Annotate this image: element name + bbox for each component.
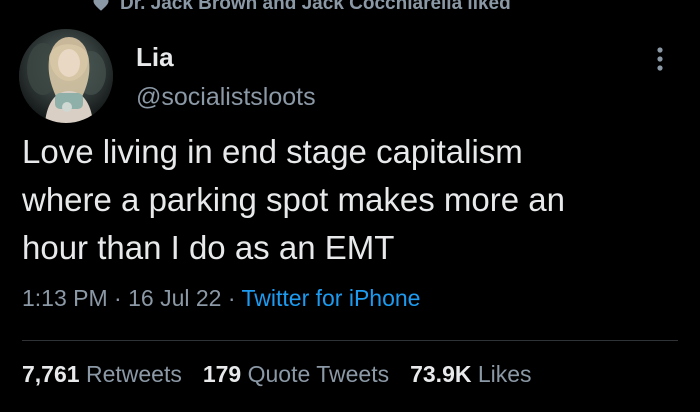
more-vertical-icon [657, 47, 663, 71]
tweet-line: where a parking spot makes more an [22, 181, 565, 218]
retweets-stat[interactable]: 7,761 Retweets [22, 361, 182, 388]
tweet-date[interactable]: 16 Jul 22 [128, 285, 221, 311]
retweets-count: 7,761 [22, 361, 80, 387]
tweet-stats: 7,761 Retweets 179 Quote Tweets 73.9K Li… [22, 361, 532, 388]
likes-count: 73.9K [410, 361, 472, 387]
tweet-line: Love living in end stage capitalism [22, 133, 523, 170]
retweets-label: Retweets [85, 361, 182, 387]
quote-tweets-label: Quote Tweets [247, 361, 390, 387]
more-button[interactable] [648, 44, 672, 74]
likes-stat[interactable]: 73.9K Likes [410, 361, 531, 388]
meta-separator: · [107, 285, 129, 311]
likes-label: Likes [477, 361, 532, 387]
avatar[interactable] [19, 29, 113, 123]
tweet-text: Love living in end stage capitalism wher… [22, 128, 682, 272]
tweet-source-link[interactable]: Twitter for iPhone [242, 285, 421, 311]
tweet-meta: 1:13 PM · 16 Jul 22 · Twitter for iPhone [22, 285, 420, 312]
quote-tweets-stat[interactable]: 179 Quote Tweets [203, 361, 389, 388]
social-context-text: Dr. Jack Brown and Jack Cocchiarella lik… [120, 0, 511, 14]
social-context[interactable]: Dr. Jack Brown and Jack Cocchiarella lik… [92, 0, 511, 17]
meta-separator: · [221, 285, 242, 311]
tweet-line: hour than I do as an EMT [22, 229, 395, 266]
divider [22, 340, 678, 341]
tweet-time[interactable]: 1:13 PM [22, 285, 108, 311]
user-handle[interactable]: @socialistsloots [136, 83, 316, 112]
quote-tweets-count: 179 [202, 361, 242, 387]
user-name[interactable]: Lia [136, 42, 174, 73]
heart-icon [93, 0, 109, 11]
